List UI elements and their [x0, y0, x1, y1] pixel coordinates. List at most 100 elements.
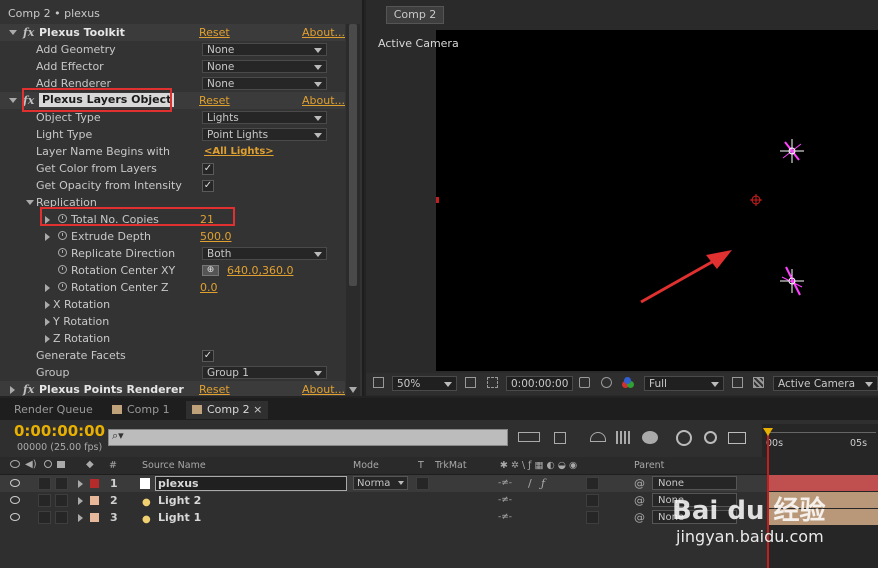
- stopwatch-icon[interactable]: [704, 431, 717, 444]
- rotation-center-z-value[interactable]: 0.0: [200, 279, 218, 296]
- object-type-dropdown[interactable]: Lights: [202, 111, 327, 124]
- eye-icon[interactable]: [10, 479, 20, 487]
- stopwatch-icon[interactable]: [58, 248, 67, 257]
- group-z-rotation[interactable]: Z Rotation: [0, 330, 345, 347]
- 3d-layer-toggle[interactable]: [586, 477, 599, 490]
- replicate-direction-dropdown[interactable]: Both: [202, 247, 327, 260]
- get-opacity-checkbox[interactable]: ✓: [202, 180, 214, 192]
- scroll-down-icon[interactable]: [349, 387, 357, 393]
- expand-triangle-icon[interactable]: [10, 386, 15, 394]
- fx-icon[interactable]: fx: [23, 24, 34, 41]
- expand-triangle-icon[interactable]: [45, 318, 50, 326]
- group-y-rotation[interactable]: Y Rotation: [0, 313, 345, 330]
- expand-triangle-icon[interactable]: [78, 514, 83, 522]
- work-area-bar[interactable]: [766, 426, 876, 433]
- playhead-handle-icon[interactable]: [763, 428, 773, 436]
- crosshair-icon[interactable]: ⊕: [202, 265, 219, 276]
- effect-plexus-toolkit[interactable]: fx Plexus Toolkit Reset About...: [0, 24, 345, 41]
- label-color-swatch[interactable]: [90, 496, 99, 505]
- mode-dropdown[interactable]: Norma: [353, 476, 408, 490]
- lock-toggle[interactable]: [55, 477, 68, 490]
- light-type-dropdown[interactable]: Point Lights: [202, 128, 327, 141]
- lock-toggle[interactable]: [55, 511, 68, 524]
- collapse-triangle-icon[interactable]: [9, 98, 17, 103]
- scrollbar-thumb[interactable]: [349, 24, 357, 286]
- show-snapshot-icon[interactable]: [601, 377, 612, 388]
- effect-switch-icon[interactable]: ƒ: [541, 475, 545, 492]
- tab-render-queue[interactable]: Render Queue: [8, 401, 99, 419]
- frame-blending-icon[interactable]: [616, 431, 632, 444]
- expand-triangle-icon[interactable]: [78, 497, 83, 505]
- pick-whip-icon[interactable]: @: [634, 475, 645, 492]
- close-icon[interactable]: ×: [253, 403, 262, 416]
- solo-toggle[interactable]: [38, 477, 51, 490]
- collapse-triangle-icon[interactable]: [26, 200, 34, 205]
- eye-icon[interactable]: [10, 513, 20, 521]
- get-color-checkbox[interactable]: ✓: [202, 163, 214, 175]
- add-effector-dropdown[interactable]: None: [202, 60, 327, 73]
- solo-toggle[interactable]: [38, 511, 51, 524]
- about-link[interactable]: About...: [302, 92, 345, 109]
- expand-triangle-icon[interactable]: [78, 480, 83, 488]
- view-dropdown[interactable]: Active Camera: [773, 376, 878, 391]
- current-time-field[interactable]: 0:00:00:00: [506, 376, 573, 391]
- extrude-depth-value[interactable]: 500.0: [200, 228, 232, 245]
- eye-icon[interactable]: [10, 496, 20, 504]
- pick-whip-icon[interactable]: @: [634, 509, 645, 526]
- expand-triangle-icon[interactable]: [45, 284, 50, 292]
- pick-whip-icon[interactable]: @: [634, 492, 645, 509]
- effect-plexus-points-renderer[interactable]: fx Plexus Points Renderer Reset About...: [0, 381, 345, 396]
- 3d-layer-toggle[interactable]: [586, 494, 599, 507]
- composition-viewer[interactable]: [436, 30, 878, 371]
- resolution-dropdown[interactable]: Full: [644, 376, 724, 391]
- layer-name-value[interactable]: <All Lights>: [204, 143, 274, 160]
- shy-switch-icon[interactable]: -≠-: [498, 475, 512, 492]
- color-channels-icon[interactable]: [622, 377, 635, 389]
- expand-triangle-icon[interactable]: [45, 335, 50, 343]
- zoom-dropdown[interactable]: 50%: [392, 376, 457, 391]
- layer-bar[interactable]: [768, 475, 878, 491]
- scrollbar[interactable]: [346, 24, 360, 396]
- fx-icon[interactable]: fx: [23, 381, 34, 396]
- stopwatch-icon[interactable]: [58, 265, 67, 274]
- time-ruler[interactable]: 00s 05s: [762, 424, 878, 457]
- shy-switch-icon[interactable]: -≠-: [498, 509, 512, 526]
- group-x-rotation[interactable]: X Rotation: [0, 296, 345, 313]
- reset-link[interactable]: Reset: [199, 381, 230, 396]
- about-link[interactable]: About...: [302, 381, 345, 396]
- shy-switch-icon[interactable]: -≠-: [498, 492, 512, 509]
- 3d-layer-toggle[interactable]: [586, 511, 599, 524]
- collapse-triangle-icon[interactable]: [9, 30, 17, 35]
- generate-facets-checkbox[interactable]: ✓: [202, 350, 214, 362]
- add-geometry-dropdown[interactable]: None: [202, 43, 327, 56]
- parent-dropdown[interactable]: None: [652, 476, 737, 490]
- about-link[interactable]: About...: [302, 24, 345, 41]
- tab-comp-2-timeline[interactable]: Comp 2 ×: [186, 401, 269, 419]
- search-input[interactable]: ⌕▾: [108, 429, 508, 446]
- solo-toggle[interactable]: [38, 494, 51, 507]
- comp-settings-icon[interactable]: [728, 432, 746, 444]
- tab-comp-1[interactable]: Comp 1: [106, 401, 176, 419]
- reset-link[interactable]: Reset: [199, 92, 230, 109]
- tab-comp-2[interactable]: Comp 2: [386, 6, 444, 24]
- lock-toggle[interactable]: [55, 494, 68, 507]
- layer-row[interactable]: 3 ● Light 1 -≠- @ None: [0, 509, 768, 526]
- expand-triangle-icon[interactable]: [45, 301, 50, 309]
- rotation-center-xy-value[interactable]: 640.0,360.0: [227, 262, 293, 279]
- reset-link[interactable]: Reset: [199, 24, 230, 41]
- layer-row[interactable]: 2 ● Light 2 -≠- @ None: [0, 492, 768, 509]
- add-renderer-dropdown[interactable]: None: [202, 77, 327, 90]
- graph-editor-icon[interactable]: [676, 430, 692, 446]
- camera-snapshot-icon[interactable]: [579, 377, 590, 388]
- target-region-icon[interactable]: [732, 377, 743, 388]
- group-dropdown[interactable]: Group 1: [202, 366, 327, 379]
- stopwatch-icon[interactable]: [58, 231, 67, 240]
- quality-switch-icon[interactable]: /: [528, 475, 532, 492]
- fit-icon[interactable]: [465, 377, 476, 388]
- label-color-swatch[interactable]: [90, 513, 99, 522]
- region-of-interest-icon[interactable]: [487, 377, 498, 388]
- layer-row[interactable]: 1 plexus Norma -≠- / ƒ @ None: [0, 475, 768, 492]
- transparency-grid-icon[interactable]: [753, 377, 764, 388]
- composition-mini-flowchart-icon[interactable]: [518, 432, 540, 442]
- current-time-display[interactable]: 0:00:00:00: [14, 422, 105, 440]
